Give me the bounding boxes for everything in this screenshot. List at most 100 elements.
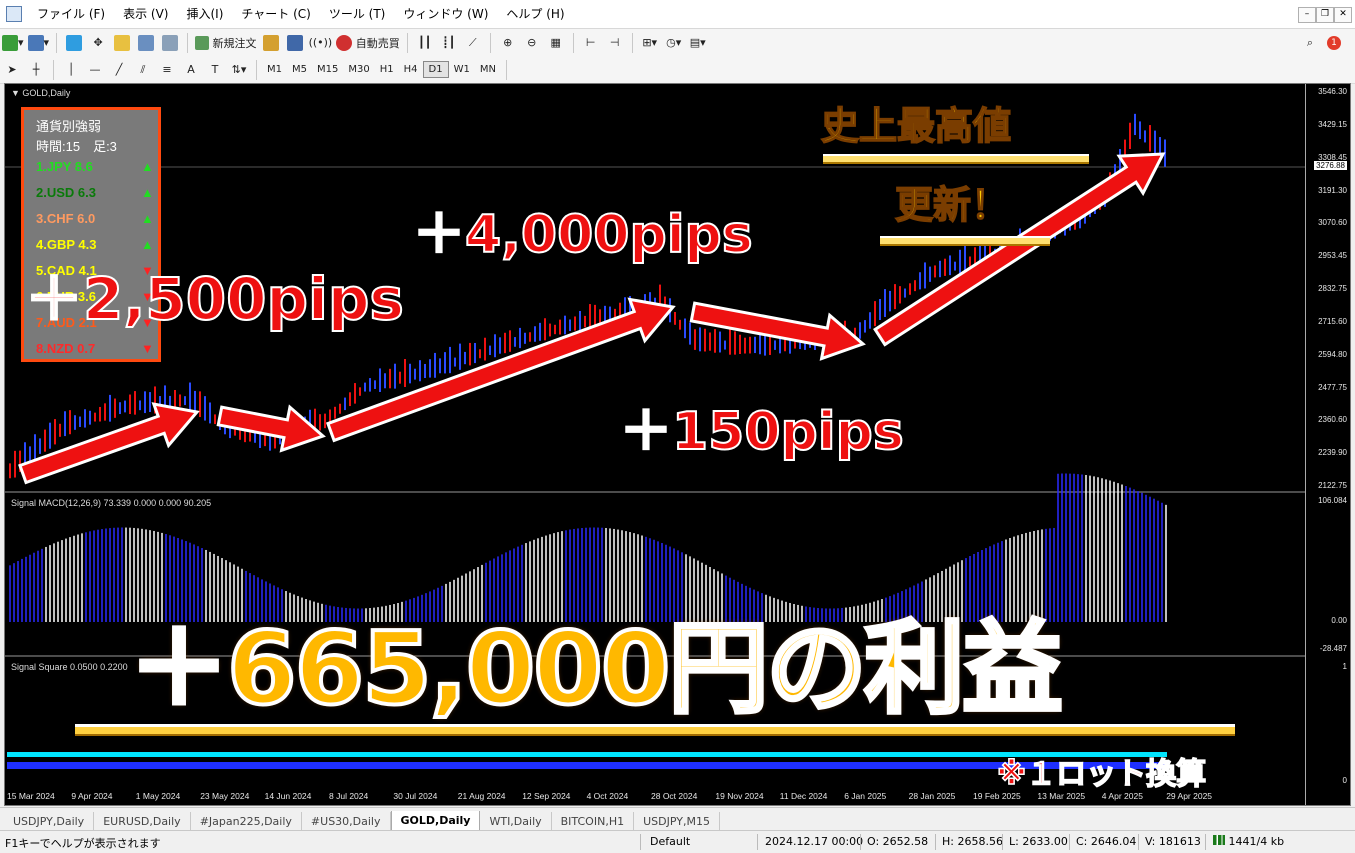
date-tick: 9 Apr 2024 (71, 791, 113, 801)
candlestick-icon[interactable]: ┋┃ (439, 33, 459, 53)
timeframe-d1[interactable]: D1 (422, 61, 449, 78)
strength-time-line: 時間:15 足:3 (36, 139, 117, 154)
horizontal-line-icon[interactable]: — (85, 60, 105, 80)
price-tick: 2594.80 (1318, 349, 1347, 359)
timeframe-m30[interactable]: M30 (343, 62, 374, 77)
search-icon[interactable]: ⌕ (1300, 33, 1320, 53)
auto-trade-button[interactable]: 自動売買 (336, 33, 400, 53)
account-icon[interactable] (285, 33, 305, 53)
line-chart-icon[interactable]: ⟋ (463, 33, 483, 53)
status-profile: Default (650, 835, 691, 848)
equidistant-channel-icon[interactable]: ⫽ (133, 60, 153, 80)
market-watch-icon[interactable] (64, 33, 84, 53)
date-tick: 23 May 2024 (200, 791, 250, 801)
chart-tab[interactable]: EURUSD,Daily (94, 812, 191, 831)
templates-icon[interactable]: ▤▾ (688, 33, 708, 53)
pips-2500-label: ＋2,500pips (24, 264, 405, 334)
notification-badge: 1 (1327, 35, 1341, 50)
status-help: F1キーでヘルプが表示されます (5, 837, 161, 850)
notifications-icon[interactable]: 1 (1324, 33, 1344, 53)
auto-scroll-icon[interactable]: ⊣ (605, 33, 625, 53)
indicator-tick: 1 (1342, 662, 1347, 671)
record-underline-2 (880, 236, 1050, 246)
chart-tab[interactable]: WTI,Daily (480, 812, 552, 831)
favorites-icon[interactable] (112, 33, 132, 53)
new-chart-icon[interactable]: ▾ (2, 33, 24, 53)
arrow-4 (689, 301, 866, 361)
price-tick: 2953.45 (1318, 251, 1347, 261)
chart-tab[interactable]: USDJPY,Daily (4, 812, 95, 831)
up-arrow-icon: ▲ (141, 211, 154, 226)
macd-label: Signal MACD(12,26,9) 73.339 0.000 0.000 … (11, 498, 212, 508)
toolbar-drawing: ➤ ┼ │ — ╱ ⫽ ≡ A T ⇅▾ M1 M5 M15 M30 H1 H4 D1 W1 M… (0, 56, 1355, 84)
strength-row: 1.JPY 8.6 ▲ (36, 154, 158, 180)
pips-4000-label: ＋4,000pips (412, 204, 754, 266)
date-tick: 15 Mar 2024 (7, 791, 55, 801)
menu-item-3[interactable]: チャート (C) (232, 0, 319, 28)
toolbar-main: ▾ ▾ ✥ 新規注文 ((•)) 自動売買 ┃┃ ┋┃ ⟋ ⊕ ⊖ ▦ ⊢ ⊣ … (0, 29, 1355, 57)
fibonacci-icon[interactable]: ≡ (157, 60, 177, 80)
trendline-icon[interactable]: ╱ (109, 60, 129, 80)
timeframe-m15[interactable]: M15 (312, 62, 343, 77)
chart-tab[interactable]: USDJPY,M15 (634, 812, 720, 831)
date-tick: 11 Dec 2024 (779, 791, 828, 801)
crosshair-icon[interactable]: ┼ (26, 60, 46, 80)
chart-shift-icon[interactable]: ⊢ (581, 33, 601, 53)
chart-tabs: USDJPY,Daily EURUSD,Daily #Japan225,Daily #… (0, 807, 1355, 831)
timeframe-m1[interactable]: M1 (262, 62, 287, 77)
price-tick: 2239.90 (1318, 448, 1347, 458)
indicators-icon[interactable]: ⊞▾ (640, 33, 660, 53)
date-tick: 21 Aug 2024 (457, 791, 506, 801)
text-icon[interactable]: A (181, 60, 201, 80)
restore-icon[interactable]: ❐ (1316, 7, 1334, 23)
chart-tab[interactable]: GOLD,Daily (390, 811, 481, 831)
menu-item-0[interactable]: ファイル (F) (28, 0, 114, 28)
chart-tab[interactable]: #US30,Daily (302, 812, 391, 831)
price-tick: 2122.75 (1318, 481, 1347, 490)
menu-item-6[interactable]: ヘルプ (H) (497, 0, 573, 28)
arrows-icon[interactable]: ⇅▾ (229, 60, 249, 80)
status-close: C: 2646.04 (1076, 835, 1137, 848)
price-tick: 2360.60 (1318, 415, 1347, 425)
signals-icon[interactable]: ((•)) (309, 33, 333, 53)
date-tick: 12 Sep 2024 (522, 791, 571, 801)
app-icon[interactable] (6, 6, 22, 22)
zoom-out-icon[interactable]: ⊖ (522, 33, 542, 53)
chart-symbol-label: ▼ GOLD,Daily (11, 88, 71, 98)
chart-tab[interactable]: BITCOIN,H1 (552, 812, 635, 831)
record-high-line2: 更新！ (894, 182, 1010, 228)
cursor-icon[interactable]: ➤ (2, 60, 22, 80)
up-arrow-icon: ▲ (141, 185, 154, 200)
menu-item-5[interactable]: ウィンドウ (W) (394, 0, 497, 28)
chart-tab[interactable]: #Japan225,Daily (191, 812, 302, 831)
profiles-icon[interactable]: ▾ (27, 33, 49, 53)
bar-chart-icon[interactable]: ┃┃ (415, 33, 435, 53)
pips-150-label: ＋150pips (619, 401, 905, 463)
timeframe-h4[interactable]: H4 (399, 62, 423, 77)
timeframe-m5[interactable]: M5 (287, 62, 312, 77)
terminal-icon[interactable] (136, 33, 156, 53)
text-label-icon[interactable]: T (205, 60, 225, 80)
vertical-line-icon[interactable]: │ (61, 60, 81, 80)
menu-item-4[interactable]: ツール (T) (320, 0, 395, 28)
close-icon[interactable]: ✕ (1334, 7, 1352, 23)
tile-windows-icon[interactable]: ▦ (546, 33, 566, 53)
metaeditor-icon[interactable] (261, 33, 281, 53)
crosshair-navigator-icon[interactable]: ✥ (88, 33, 108, 53)
new-order-button[interactable]: 新規注文 (195, 33, 257, 53)
minimize-icon[interactable]: – (1298, 7, 1316, 23)
menu-item-1[interactable]: 表示 (V) (114, 0, 177, 28)
status-high: H: 2658.56 (942, 835, 1003, 848)
chart-window[interactable]: ▼ GOLD,Daily Signal MACD(12,26,9) 73.339… (4, 83, 1351, 806)
timeframe-w1[interactable]: W1 (449, 62, 475, 77)
date-tick: 19 Nov 2024 (715, 791, 764, 801)
strategy-tester-icon[interactable] (160, 33, 180, 53)
zoom-in-icon[interactable]: ⊕ (498, 33, 518, 53)
periods-icon[interactable]: ◷▾ (664, 33, 684, 53)
timeframe-mn[interactable]: MN (475, 62, 501, 77)
record-high-line1: 史上最高値 (820, 103, 1012, 149)
status-traffic: 1441/4 kb (1213, 835, 1284, 848)
menu-items: ファイル (F) 表示 (V) 挿入(I) チャート (C) ツール (T) ウィンドウ … (28, 0, 574, 28)
menu-item-2[interactable]: 挿入(I) (177, 0, 232, 28)
timeframe-h1[interactable]: H1 (375, 62, 399, 77)
